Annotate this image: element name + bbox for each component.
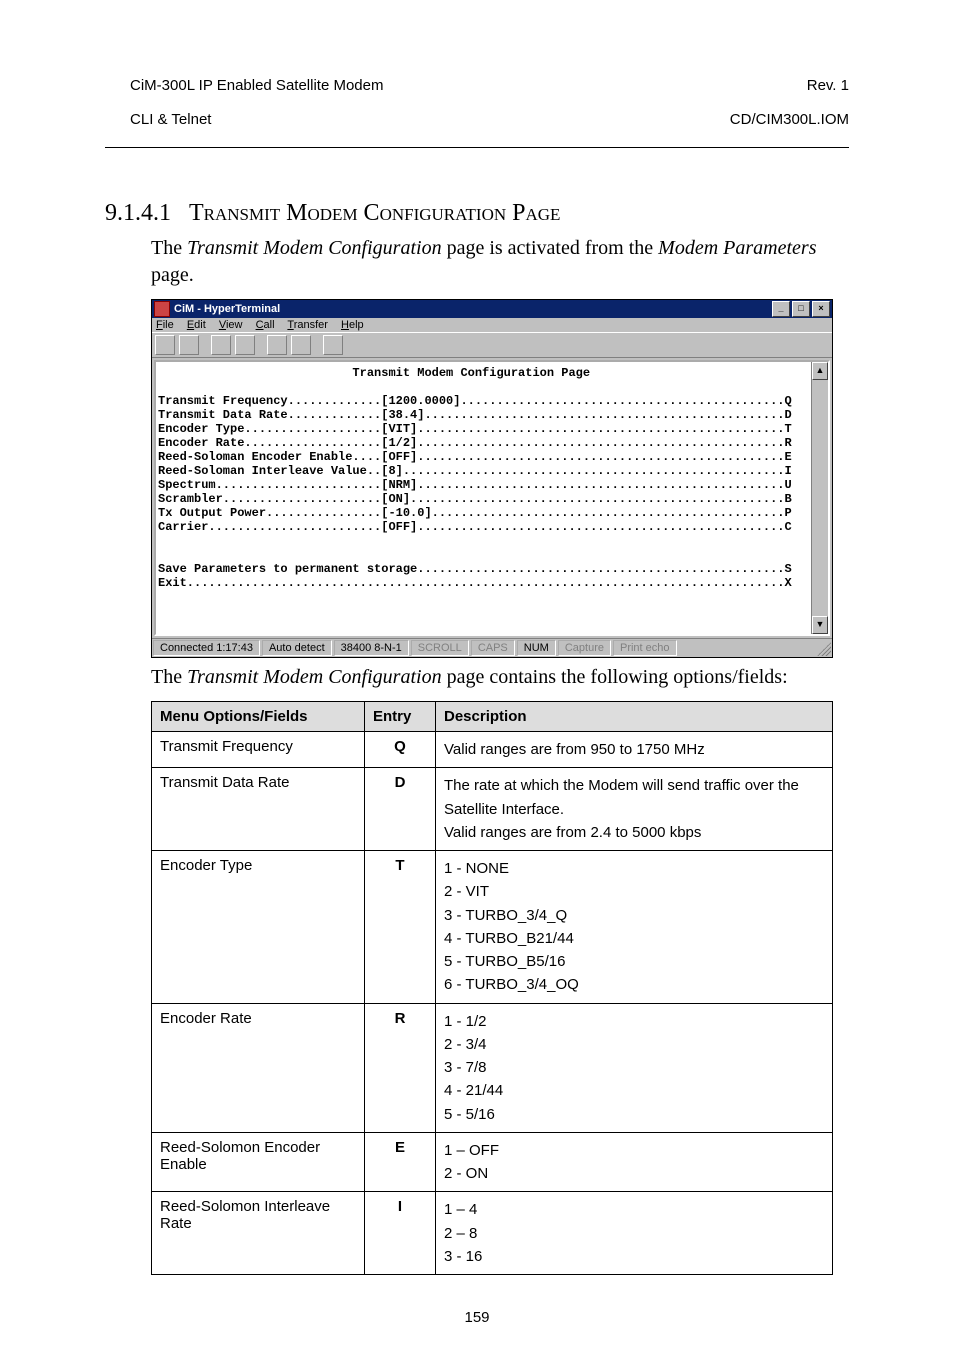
scrollbar[interactable]: ▲ ▼ [811, 362, 828, 634]
after-image-paragraph: The Transmit Modem Configuration page co… [151, 664, 849, 691]
section-heading: 9.1.4.1 Transmit Modem Configuration Pag… [105, 200, 849, 227]
toolbar-send-icon[interactable] [267, 335, 287, 355]
cell-menu: Transmit Data Rate [152, 768, 365, 851]
cell-desc: 1 – OFF2 - ON [436, 1132, 833, 1192]
toolbar-disconnect-icon[interactable] [235, 335, 255, 355]
scroll-down-icon[interactable]: ▼ [812, 616, 828, 634]
status-scroll: SCROLL [411, 640, 469, 656]
cell-entry: I [365, 1192, 436, 1275]
menu-view[interactable]: View [219, 319, 243, 331]
section-title: Transmit Modem Configuration Page [189, 200, 560, 226]
toolbar-new-icon[interactable] [155, 335, 175, 355]
col-desc: Description [436, 702, 833, 732]
options-table: Menu Options/Fields Entry Description Tr… [151, 701, 833, 1275]
cell-desc: 1 - 1/22 - 3/43 - 7/84 - 21/445 - 5/16 [436, 1003, 833, 1132]
toolbar-open-icon[interactable] [179, 335, 199, 355]
status-bar: Connected 1:17:43 Auto detect 38400 8-N-… [152, 638, 832, 657]
resize-grip-icon[interactable] [817, 642, 831, 656]
table-row: Encoder RateR1 - 1/22 - 3/43 - 7/84 - 21… [152, 1003, 833, 1132]
table-row: Transmit FrequencyQValid ranges are from… [152, 732, 833, 768]
header-left-2: CLI & Telnet [130, 111, 211, 128]
cell-menu: Encoder Type [152, 851, 365, 1004]
status-autodetect: Auto detect [262, 640, 332, 656]
cell-entry: R [365, 1003, 436, 1132]
cell-desc: Valid ranges are from 950 to 1750 MHz [436, 732, 833, 768]
cell-menu: Reed-Solomon Interleave Rate [152, 1192, 365, 1275]
toolbar [152, 332, 832, 358]
section-number: 9.1.4.1 [105, 200, 171, 226]
minimize-button[interactable]: _ [772, 301, 790, 317]
titlebar: CiM - HyperTerminal _ □ × [152, 300, 832, 318]
terminal-content: Transmit Modem Configuration Page Transm… [156, 362, 828, 634]
intro-paragraph: The Transmit Modem Configuration page is… [151, 235, 849, 289]
cell-menu: Reed-Solomon Encoder Enable [152, 1132, 365, 1192]
menu-file[interactable]: File [156, 319, 174, 331]
col-entry: Entry [365, 702, 436, 732]
page-header: CiM-300L IP Enabled Satellite Modem CLI … [105, 60, 849, 148]
scroll-up-icon[interactable]: ▲ [812, 362, 828, 380]
status-capture: Capture [558, 640, 611, 656]
header-right-1: Rev. 1 [807, 77, 849, 94]
menu-edit[interactable]: Edit [187, 319, 206, 331]
cell-entry: T [365, 851, 436, 1004]
table-row: Transmit Data RateDThe rate at which the… [152, 768, 833, 851]
header-left-1: CiM-300L IP Enabled Satellite Modem [130, 77, 383, 94]
cell-entry: Q [365, 732, 436, 768]
maximize-button[interactable]: □ [792, 301, 810, 317]
cell-menu: Transmit Frequency [152, 732, 365, 768]
page-number: 159 [105, 1309, 849, 1326]
menu-call[interactable]: Call [256, 319, 275, 331]
window-title: CiM - HyperTerminal [174, 303, 772, 315]
cell-entry: E [365, 1132, 436, 1192]
cell-desc: 1 - NONE2 - VIT3 - TURBO_3/4_Q4 - TURBO_… [436, 851, 833, 1004]
menubar: File Edit View Call Transfer Help [152, 318, 832, 332]
table-row: Reed-Solomon Interleave RateI1 – 42 – 83… [152, 1192, 833, 1275]
table-row: Reed-Solomon Encoder EnableE1 – OFF2 - O… [152, 1132, 833, 1192]
table-row: Encoder TypeT1 - NONE2 - VIT3 - TURBO_3/… [152, 851, 833, 1004]
cell-menu: Encoder Rate [152, 1003, 365, 1132]
cell-desc: The rate at which the Modem will send tr… [436, 768, 833, 851]
status-connected: Connected 1:17:43 [153, 640, 260, 656]
hyperterminal-window: CiM - HyperTerminal _ □ × File Edit View… [151, 299, 833, 658]
cell-entry: D [365, 768, 436, 851]
status-printecho: Print echo [613, 640, 677, 656]
toolbar-properties-icon[interactable] [323, 335, 343, 355]
status-baud: 38400 8-N-1 [334, 640, 409, 656]
menu-help[interactable]: Help [341, 319, 364, 331]
status-caps: CAPS [471, 640, 515, 656]
toolbar-call-icon[interactable] [211, 335, 231, 355]
cell-desc: 1 – 42 – 83 - 16 [436, 1192, 833, 1275]
status-num: NUM [517, 640, 556, 656]
close-button[interactable]: × [812, 301, 830, 317]
toolbar-receive-icon[interactable] [291, 335, 311, 355]
header-right-2: CD/CIM300L.IOM [730, 111, 849, 128]
col-menu: Menu Options/Fields [152, 702, 365, 732]
app-icon [154, 301, 170, 317]
menu-transfer[interactable]: Transfer [287, 319, 328, 331]
